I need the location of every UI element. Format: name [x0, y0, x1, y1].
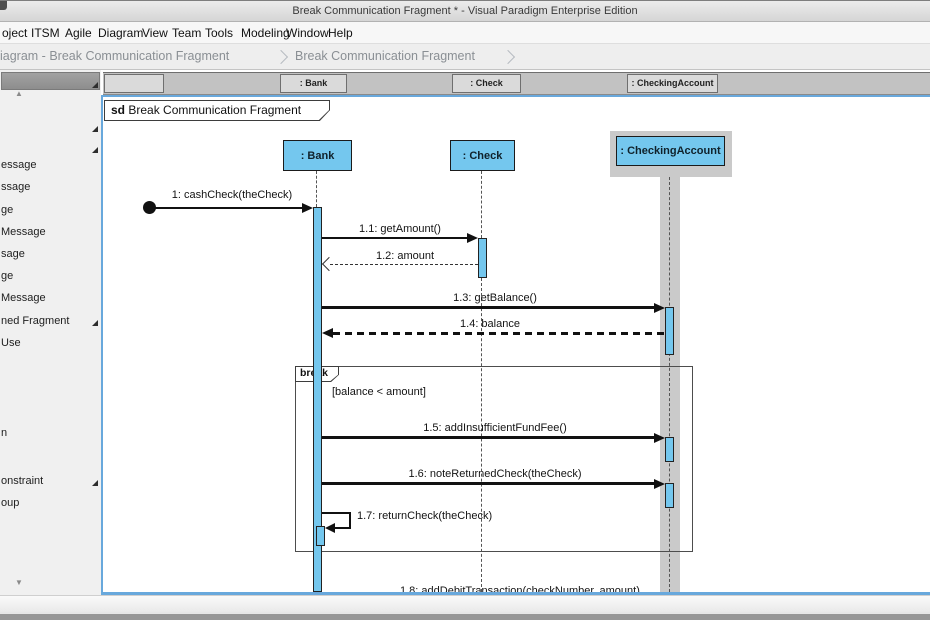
- activation-bank-nested[interactable]: [316, 526, 325, 546]
- message-line-notereturnedcheck[interactable]: [322, 482, 654, 485]
- palette-item[interactable]: ge: [0, 268, 101, 284]
- arrowhead-icon: [302, 203, 313, 213]
- palette-item[interactable]: n: [0, 425, 101, 441]
- sd-frame-label[interactable]: sd Break Communication Fragment: [104, 100, 330, 121]
- menu-item-tools[interactable]: Tools: [205, 22, 233, 44]
- message-line-getamount[interactable]: [322, 237, 467, 239]
- strip-cell-check[interactable]: : Check: [452, 74, 521, 93]
- strip-cell-empty: [104, 74, 164, 93]
- status-bar: [0, 595, 930, 612]
- palette-selected-tool[interactable]: [1, 72, 100, 90]
- activation-checkingaccount-1[interactable]: [665, 307, 674, 355]
- title-bar: Break Communication Fragment * - Visual …: [0, 0, 930, 22]
- menu-item-itsm[interactable]: ITSM: [31, 22, 60, 44]
- subtools-corner-icon: [92, 147, 98, 153]
- sd-frame-name: Break Communication Fragment: [128, 103, 301, 117]
- activation-checkingaccount-3[interactable]: [665, 483, 674, 508]
- message-label-getbalance[interactable]: 1.3: getBalance(): [395, 292, 595, 304]
- palette-item[interactable]: ge: [0, 202, 101, 218]
- message-line-balance[interactable]: [333, 332, 665, 335]
- menu-item-agile[interactable]: Agile: [65, 22, 92, 44]
- message-label-returncheck[interactable]: 1.7: returnCheck(theCheck): [357, 510, 492, 522]
- palette-item-group[interactable]: oup: [0, 495, 101, 511]
- strip-cell-checkingaccount[interactable]: : CheckingAccount: [627, 74, 718, 93]
- strip-cell-bank[interactable]: : Bank: [280, 74, 347, 93]
- arrowhead-icon: [325, 523, 335, 533]
- menu-item-team[interactable]: Team: [172, 22, 201, 44]
- menu-item-window[interactable]: Window: [286, 22, 329, 44]
- palette-item-message-2[interactable]: Message: [0, 224, 101, 240]
- menu-item-view[interactable]: View: [142, 22, 168, 44]
- palette-item[interactable]: ssage: [0, 179, 101, 195]
- palette-item-message[interactable]: essage: [0, 157, 101, 173]
- window-title: Break Communication Fragment * - Visual …: [0, 5, 930, 17]
- expand-corner-icon: [92, 82, 98, 88]
- breadcrumb-separator-icon: [274, 50, 288, 64]
- palette-scroll-down-icon[interactable]: ▼: [15, 578, 23, 587]
- palette-item-interaction-use[interactable]: Use: [0, 335, 101, 351]
- palette-item-constraint[interactable]: onstraint: [0, 473, 101, 489]
- subtools-corner-icon: [92, 480, 98, 486]
- palette-item[interactable]: sage: [0, 246, 101, 262]
- arrowhead-icon: [322, 328, 333, 338]
- breadcrumb-item-diagram[interactable]: iagram - Break Communication Fragment: [0, 49, 229, 63]
- lifeline-head-checkingaccount[interactable]: : CheckingAccount: [616, 136, 725, 166]
- combined-fragment-break[interactable]: break [balance < amount]: [295, 366, 693, 552]
- menu-item-modeling[interactable]: Modeling: [241, 22, 290, 44]
- lifeline-header-strip: : Bank : Check : CheckingAccount: [103, 72, 930, 95]
- breadcrumb-item-current[interactable]: Break Communication Fragment: [295, 49, 475, 63]
- self-message-bottom[interactable]: [335, 527, 351, 529]
- palette-item[interactable]: [0, 140, 101, 156]
- menu-bar: oject ITSM Agile Diagram View Team Tools…: [0, 22, 930, 44]
- message-label-getamount[interactable]: 1.1: getAmount(): [300, 223, 500, 235]
- visual-paradigm-window: Break Communication Fragment * - Visual …: [0, 0, 930, 620]
- window-bottom-edge: [0, 612, 930, 620]
- tool-palette: ▲ essage ssage ge Message sage ge Messag…: [0, 70, 101, 595]
- diagram-work-area[interactable]: sd Break Communication Fragment : Bank :…: [103, 97, 930, 592]
- message-line-getbalance[interactable]: [322, 306, 654, 309]
- menu-item-help[interactable]: Help: [328, 22, 353, 44]
- message-label-adddebittransaction[interactable]: 1.8: addDebitTransaction(checkNumber, am…: [400, 585, 600, 592]
- self-message-top[interactable]: [322, 512, 351, 514]
- palette-scroll-up-icon[interactable]: ▲: [15, 89, 23, 98]
- fragment-guard[interactable]: [balance < amount]: [332, 386, 426, 398]
- menu-item-diagram[interactable]: Diagram: [98, 22, 143, 44]
- arrowhead-icon: [654, 479, 665, 489]
- message-line-amount[interactable]: [330, 264, 478, 265]
- message-label-cashcheck[interactable]: 1: cashCheck(theCheck): [132, 189, 332, 201]
- message-label-notereturnedcheck[interactable]: 1.6: noteReturnedCheck(theCheck): [395, 468, 595, 480]
- palette-item-combined-fragment[interactable]: ned Fragment: [0, 313, 101, 329]
- message-label-addinsufficientfundfee[interactable]: 1.5: addInsufficientFundFee(): [395, 422, 595, 434]
- activation-checkingaccount-2[interactable]: [665, 437, 674, 462]
- message-label-amount[interactable]: 1.2: amount: [305, 250, 505, 262]
- breadcrumb-end-icon: [501, 50, 515, 64]
- subtools-corner-icon: [92, 320, 98, 326]
- sd-keyword: sd: [111, 103, 125, 117]
- lifeline-head-check[interactable]: : Check: [450, 140, 515, 171]
- diagram-canvas: : Bank : Check : CheckingAccount sd Brea…: [101, 70, 930, 596]
- palette-item[interactable]: [0, 119, 101, 135]
- lifeline-head-bank[interactable]: : Bank: [283, 140, 352, 171]
- message-label-balance[interactable]: 1.4: balance: [390, 318, 590, 330]
- message-line-addinsufficientfundfee[interactable]: [322, 436, 654, 439]
- breadcrumb: iagram - Break Communication Fragment Br…: [0, 44, 930, 70]
- arrowhead-icon: [654, 303, 665, 313]
- subtools-corner-icon: [92, 126, 98, 132]
- message-line-cashcheck[interactable]: [154, 207, 302, 209]
- menu-item-project[interactable]: oject: [2, 22, 27, 44]
- palette-item-message-3[interactable]: Message: [0, 290, 101, 306]
- arrowhead-icon: [654, 433, 665, 443]
